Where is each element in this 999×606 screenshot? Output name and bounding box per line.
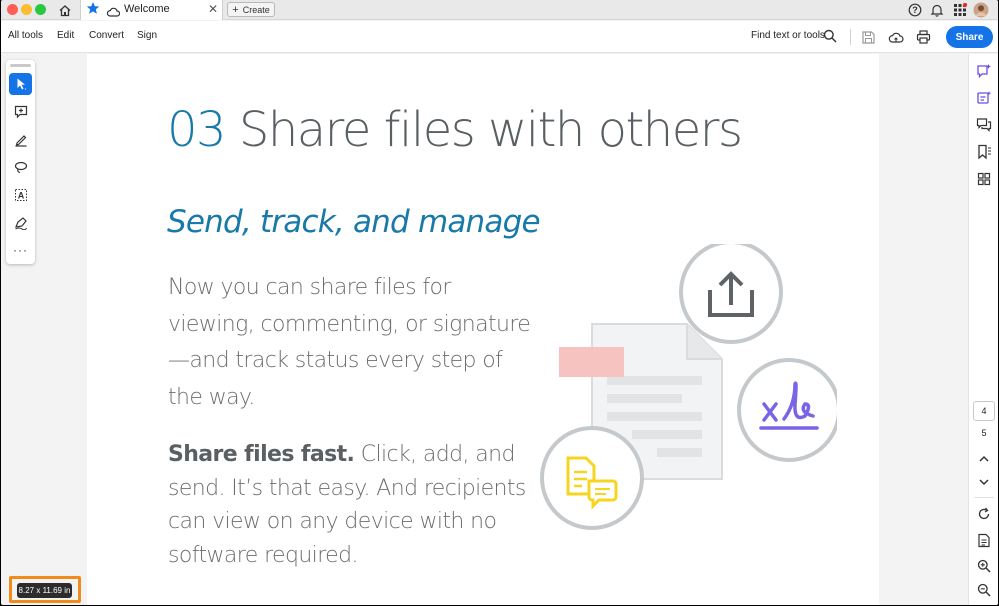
tab-welcome[interactable]: Welcome ✕ bbox=[80, 0, 223, 20]
cloud-icon bbox=[106, 4, 121, 22]
bookmark-icon[interactable] bbox=[975, 143, 993, 161]
plus-icon: + bbox=[232, 3, 239, 16]
chevron-up-icon[interactable] bbox=[975, 450, 993, 468]
current-page-field[interactable]: 4 bbox=[973, 401, 995, 421]
document-page: 03 Share files with others Send, track, … bbox=[87, 54, 879, 605]
right-rail: 4 5 bbox=[968, 54, 998, 605]
cloud-sync-icon[interactable] bbox=[886, 27, 906, 47]
tab-label: Welcome bbox=[124, 3, 170, 15]
page-size-badge[interactable]: 8.27 x 11.69 in bbox=[17, 583, 72, 598]
svg-text:A: A bbox=[17, 191, 24, 201]
thumbnails-icon[interactable] bbox=[975, 170, 993, 188]
home-icon[interactable] bbox=[54, 1, 76, 19]
apps-icon[interactable] bbox=[951, 1, 969, 19]
minimize-window-button[interactable] bbox=[21, 4, 32, 15]
body-paragraph-2: Share files fast. Click, add, and send. … bbox=[168, 438, 538, 572]
find-text-or-tools[interactable]: Find text or tools bbox=[751, 30, 825, 41]
zoom-window-button[interactable] bbox=[35, 4, 46, 15]
lasso-icon[interactable] bbox=[9, 156, 32, 178]
ai-summary-icon[interactable] bbox=[975, 89, 993, 107]
menu-divider bbox=[850, 29, 851, 45]
select-arrow-icon[interactable] bbox=[9, 73, 32, 95]
highlight-pen-icon[interactable] bbox=[9, 129, 32, 151]
add-comment-icon[interactable] bbox=[9, 101, 32, 123]
chevron-down-icon[interactable] bbox=[975, 473, 993, 491]
body-paragraph-1: Now you can share files for viewing, com… bbox=[168, 275, 531, 411]
create-label: Create bbox=[242, 4, 270, 15]
pink-highlight-block bbox=[559, 347, 624, 377]
more-icon[interactable]: ··· bbox=[9, 239, 32, 261]
paragraph-bold-lead: Share files fast. bbox=[168, 442, 355, 467]
zoom-out-icon[interactable] bbox=[975, 581, 993, 599]
ai-assistant-icon[interactable] bbox=[975, 62, 993, 80]
zoom-in-icon[interactable] bbox=[975, 557, 993, 575]
print-icon[interactable] bbox=[913, 27, 933, 47]
avatar[interactable] bbox=[972, 1, 990, 19]
share-files-illustration bbox=[540, 244, 837, 530]
quick-tools-toolbar: A ··· bbox=[6, 60, 35, 264]
menu-sign[interactable]: Sign bbox=[137, 30, 157, 41]
bell-icon[interactable] bbox=[928, 1, 946, 19]
menu-all-tools[interactable]: All tools bbox=[8, 30, 43, 41]
page-subheading: Send, track, and manage bbox=[167, 204, 541, 240]
comments-icon[interactable] bbox=[975, 116, 993, 134]
search-icon[interactable] bbox=[823, 29, 837, 48]
total-pages: 5 bbox=[981, 428, 987, 438]
heading-number: 03 bbox=[167, 102, 227, 158]
rail-divider bbox=[974, 497, 994, 498]
rotate-icon[interactable] bbox=[975, 505, 993, 523]
page-heading: 03 Share files with others bbox=[167, 102, 743, 158]
svg-text:?: ? bbox=[912, 5, 918, 15]
title-bar: Welcome ✕ + Create ? bbox=[1, 0, 998, 20]
heading-text: Share files with others bbox=[238, 102, 743, 158]
menu-edit[interactable]: Edit bbox=[57, 30, 74, 41]
acrobat-window: Welcome ✕ + Create ? All tools Edit Conv… bbox=[1, 0, 998, 605]
toolbar-drag-handle[interactable] bbox=[10, 64, 31, 67]
share-button[interactable]: Share bbox=[946, 26, 993, 48]
sign-pen-icon[interactable] bbox=[9, 212, 32, 234]
close-window-button[interactable] bbox=[7, 4, 18, 15]
save-icon[interactable] bbox=[858, 27, 878, 47]
star-icon[interactable] bbox=[86, 1, 100, 20]
create-tab-button[interactable]: + Create bbox=[227, 2, 275, 17]
text-select-icon[interactable]: A bbox=[9, 184, 32, 206]
menu-convert[interactable]: Convert bbox=[89, 30, 124, 41]
help-icon[interactable]: ? bbox=[906, 1, 924, 19]
page-extract-icon[interactable] bbox=[975, 531, 993, 549]
close-tab-icon[interactable]: ✕ bbox=[208, 2, 218, 16]
menu-bar: All tools Edit Convert Sign Find text or… bbox=[1, 21, 998, 53]
